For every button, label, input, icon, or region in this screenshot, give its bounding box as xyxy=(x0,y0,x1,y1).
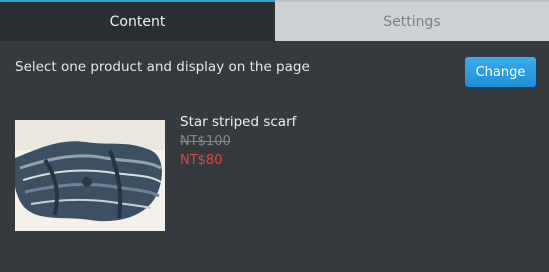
product-original-price: NT$100 xyxy=(180,134,231,149)
tab-content[interactable]: Content xyxy=(0,0,275,41)
tab-settings[interactable]: Settings xyxy=(275,0,549,41)
scarf-image xyxy=(15,120,165,231)
content-panel: Content Settings Select one product and … xyxy=(0,0,549,272)
instruction-text: Select one product and display on the pa… xyxy=(15,59,310,75)
change-button[interactable]: Change xyxy=(465,57,536,87)
selected-product: Star striped scarf NT$100 NT$80 xyxy=(15,112,535,232)
tab-bar: Content Settings xyxy=(0,0,549,41)
product-image xyxy=(15,120,165,231)
product-sale-price: NT$80 xyxy=(180,153,223,168)
product-name: Star striped scarf xyxy=(180,114,297,130)
